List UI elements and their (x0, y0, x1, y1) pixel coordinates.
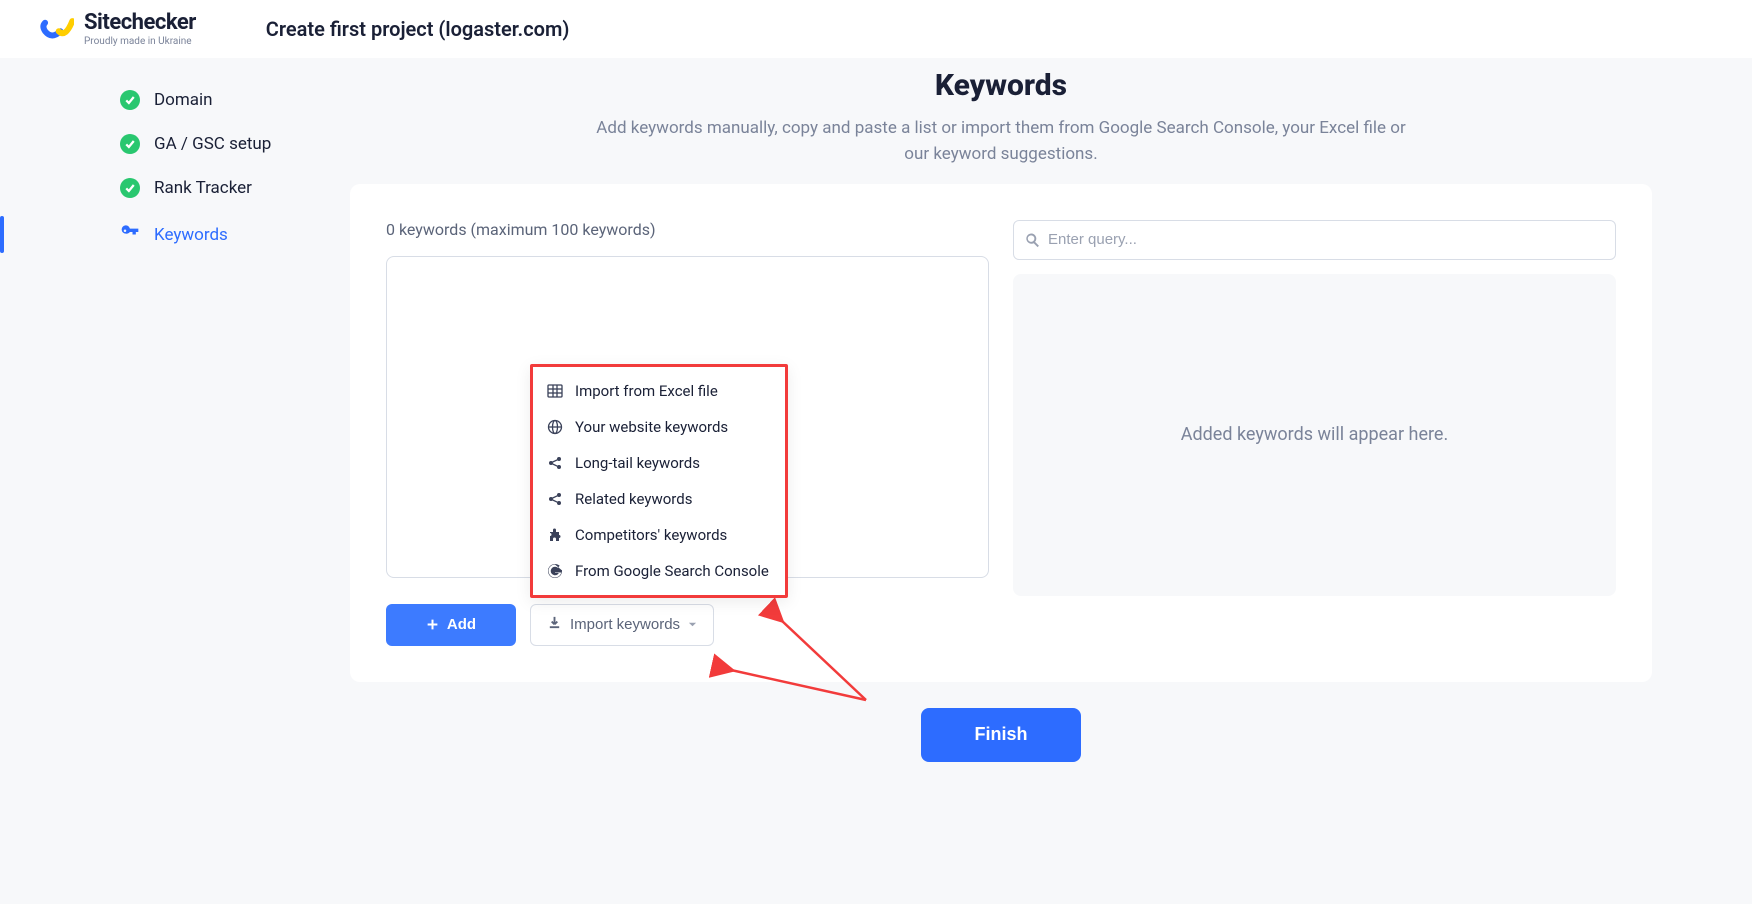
finish-button-label: Finish (975, 724, 1028, 745)
dropdown-item-gsc[interactable]: From Google Search Console (533, 553, 785, 589)
dropdown-item-longtail[interactable]: Long-tail keywords (533, 445, 785, 481)
dropdown-item-label: Your website keywords (575, 418, 728, 436)
dropdown-item-excel[interactable]: Import from Excel file (533, 373, 785, 409)
sidebar-item-label: Rank Tracker (154, 178, 252, 198)
share-icon (547, 491, 563, 507)
sidebar-item-label: Keywords (154, 225, 228, 245)
check-icon (120, 134, 140, 154)
caret-down-icon (688, 616, 697, 633)
finish-button[interactable]: Finish (921, 708, 1081, 762)
dropdown-item-label: Competitors' keywords (575, 526, 727, 544)
project-title: Create first project (logaster.com) (266, 17, 570, 41)
key-icon (120, 222, 140, 247)
import-keywords-button[interactable]: Import keywords (530, 604, 714, 646)
query-input[interactable] (1013, 220, 1616, 260)
puzzle-icon (547, 527, 563, 543)
google-icon (547, 563, 563, 579)
dropdown-item-related[interactable]: Related keywords (533, 481, 785, 517)
brand-tagline: Proudly made in Ukraine (84, 37, 196, 47)
download-icon (547, 615, 562, 634)
added-keywords-placeholder: Added keywords will appear here. (1013, 274, 1616, 596)
import-dropdown: Import from Excel file Your website keyw… (530, 364, 788, 598)
plus-icon (426, 618, 439, 631)
check-icon (120, 178, 140, 198)
sidebar-item-ga-gsc[interactable]: GA / GSC setup (120, 122, 340, 166)
share-icon (547, 455, 563, 471)
dropdown-item-competitors[interactable]: Competitors' keywords (533, 517, 785, 553)
import-button-label: Import keywords (570, 616, 680, 633)
page-title: Keywords (350, 68, 1652, 103)
sidebar-item-label: GA / GSC setup (154, 134, 271, 154)
excel-icon (547, 383, 563, 399)
keyword-count-label: 0 keywords (maximum 100 keywords) (386, 220, 989, 242)
add-button[interactable]: Add (386, 604, 516, 646)
topbar: Sitechecker Proudly made in Ukraine Crea… (0, 0, 1752, 58)
dropdown-item-label: Related keywords (575, 490, 692, 508)
dropdown-item-label: Import from Excel file (575, 382, 718, 400)
logo-mark-icon (40, 14, 74, 44)
main-card: 0 keywords (maximum 100 keywords) Add Im… (350, 184, 1652, 682)
sidebar-item-keywords[interactable]: Keywords (120, 210, 340, 259)
sidebar-item-domain[interactable]: Domain (120, 78, 340, 122)
dropdown-item-label: From Google Search Console (575, 562, 769, 580)
sidebar: Domain GA / GSC setup Rank Tracker Keywo… (0, 68, 340, 762)
page-header: Keywords Add keywords manually, copy and… (350, 68, 1652, 168)
page-subtitle: Add keywords manually, copy and paste a … (591, 115, 1411, 168)
search-icon (1025, 232, 1040, 247)
globe-icon (547, 419, 563, 435)
sidebar-item-label: Domain (154, 90, 213, 110)
sidebar-item-rank-tracker[interactable]: Rank Tracker (120, 166, 340, 210)
check-icon (120, 90, 140, 110)
brand-name: Sitechecker (84, 12, 196, 34)
placeholder-text: Added keywords will appear here. (1181, 421, 1448, 448)
dropdown-item-website[interactable]: Your website keywords (533, 409, 785, 445)
logo[interactable]: Sitechecker Proudly made in Ukraine (40, 12, 196, 47)
add-button-label: Add (447, 616, 476, 633)
dropdown-item-label: Long-tail keywords (575, 454, 700, 472)
